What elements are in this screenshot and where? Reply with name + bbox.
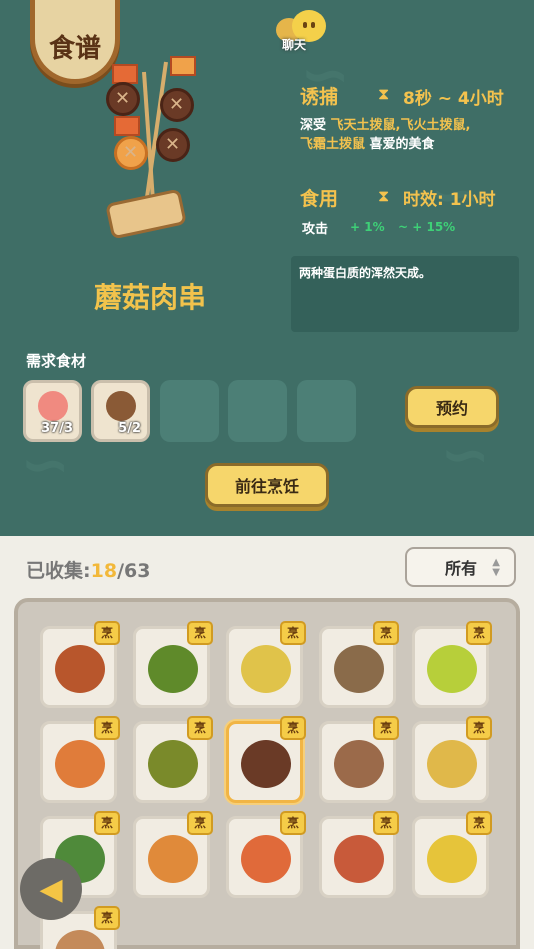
meat-leg-icon	[38, 391, 68, 421]
buff-max: ~ + 15%	[398, 220, 456, 234]
recipe-cell[interactable]: 烹	[319, 621, 399, 708]
cook-tag-icon: 烹	[466, 621, 492, 645]
recipe-cell[interactable]: 烹	[319, 811, 399, 898]
recipe-badge-label: 食谱	[48, 33, 101, 64]
fish-skewer-icon	[334, 645, 384, 693]
cook-tag-icon: 烹	[94, 621, 120, 645]
bowl-icon	[241, 645, 291, 693]
bowl-icon	[427, 740, 477, 788]
recipe-cell[interactable]: 烹	[133, 621, 213, 708]
salad-icon	[148, 740, 198, 788]
eat-title: 食用	[300, 188, 339, 210]
recipe-cell[interactable]: 烹	[226, 811, 306, 898]
soup-icon	[148, 835, 198, 883]
lure-suffix: 喜爱的美食	[369, 137, 435, 152]
ingredient-slot[interactable]: 5/2	[91, 380, 150, 442]
seafood-icon	[334, 740, 384, 788]
cook-tag-icon: 烹	[373, 716, 399, 740]
cook-tag-icon: 烹	[187, 716, 213, 740]
cook-tag-icon: 烹	[466, 811, 492, 835]
lure-description: 深受 飞天土拨鼠,飞火土拨鼠, 飞霜土拨鼠 喜爱的美食	[300, 116, 530, 154]
dish-icon	[55, 930, 105, 949]
fruit-icon	[427, 645, 477, 693]
collected-number: 18	[90, 560, 118, 582]
background-pattern: ∽	[440, 420, 491, 490]
cook-tag-icon: 烹	[280, 716, 306, 740]
leaf-plate-icon	[427, 835, 477, 883]
recipe-cell[interactable]: 烹	[412, 621, 492, 708]
cook-tag-icon: 烹	[187, 621, 213, 645]
roast-icon	[334, 835, 384, 883]
cook-tag-icon: 烹	[280, 811, 306, 835]
buff-min: + 1%	[350, 220, 385, 234]
recipe-cell[interactable]: 烹	[226, 621, 306, 708]
ingredient-slot-empty	[297, 380, 356, 442]
recipe-cell[interactable]: 烹	[40, 621, 120, 708]
filter-dropdown[interactable]: 所有 ▲ ▼	[405, 547, 516, 587]
ingredient-count: 5/2	[118, 421, 141, 436]
recipe-name: 蘑菇肉串	[93, 281, 206, 314]
lure-timer: 8秒 ~ 4小时	[403, 89, 504, 109]
recipe-cell[interactable]: 烹	[40, 716, 120, 803]
recipe-cell[interactable]: 烹	[133, 811, 213, 898]
filter-value: 所有	[445, 559, 478, 578]
ingredient-slot[interactable]: 37/3	[23, 380, 82, 442]
lure-targets-1: 飞天土拨鼠,飞火土拨鼠,	[330, 118, 471, 133]
collected-total: /63	[117, 560, 151, 582]
veg-skewer-icon	[148, 645, 198, 693]
mushroom-icon	[106, 391, 136, 421]
recipe-cell[interactable]: 烹	[412, 716, 492, 803]
ingredient-slot-empty	[228, 380, 287, 442]
cook-tag-icon: 烹	[280, 621, 306, 645]
ingredient-count: 37/3	[41, 421, 73, 436]
mushroom-skewer-icon	[241, 740, 291, 788]
cook-tag-icon: 烹	[94, 716, 120, 740]
ingredients-title: 需求食材	[26, 352, 87, 370]
lure-prefix: 深受	[300, 118, 327, 133]
stat-label: 攻击	[302, 222, 329, 237]
sort-arrows-icon: ▲ ▼	[492, 557, 500, 578]
ingredient-slot-empty	[160, 380, 219, 442]
collection-count: 已收集:18/63	[26, 556, 150, 583]
cook-tag-icon: 烹	[466, 716, 492, 740]
reserve-button[interactable]: 预约	[405, 386, 499, 428]
collected-label: 已收集:	[26, 560, 91, 582]
soup-icon	[241, 835, 291, 883]
go-cook-button[interactable]: 前往烹饪	[205, 463, 329, 507]
back-arrow-icon: ◀	[39, 871, 63, 907]
hourglass-icon: ⧗	[378, 186, 390, 205]
lure-title: 诱捕	[300, 86, 339, 108]
stew-icon	[55, 740, 105, 788]
cook-tag-icon: 烹	[94, 906, 120, 930]
recipe-cell[interactable]: 烹	[319, 716, 399, 803]
eat-timer: 时效: 1小时	[403, 190, 496, 210]
lure-targets-2: 飞霜土拨鼠	[300, 137, 366, 152]
skewer-icon	[55, 645, 105, 693]
cook-tag-icon: 烹	[187, 811, 213, 835]
recipe-cell[interactable]: 烹	[226, 716, 306, 803]
chat-label: 聊天	[282, 38, 307, 52]
hourglass-icon: ⧗	[378, 84, 390, 103]
recipe-cell[interactable]: 烹	[412, 811, 492, 898]
cook-tag-icon: 烹	[94, 811, 120, 835]
chat-button[interactable]: 聊天	[274, 8, 334, 54]
cook-tag-icon: 烹	[373, 621, 399, 645]
cook-tag-icon: 烹	[373, 811, 399, 835]
recipe-cell[interactable]: 烹	[133, 716, 213, 803]
recipe-description: 两种蛋白质的浑然天成。	[291, 256, 519, 332]
dish-image	[100, 52, 200, 242]
back-button[interactable]: ◀	[20, 858, 82, 920]
